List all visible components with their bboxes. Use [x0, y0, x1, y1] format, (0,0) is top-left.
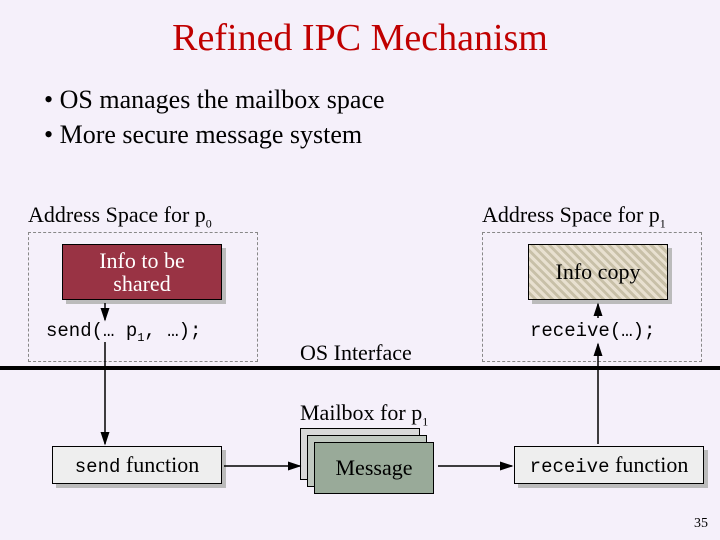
as1-label: Address Space for p1	[482, 202, 666, 231]
receive-function-box: receive function	[514, 446, 704, 484]
info-to-be-shared-box: Info to be shared	[62, 244, 222, 300]
message-box: Message	[314, 442, 434, 494]
message-stack: Message	[300, 428, 440, 498]
slide-title: Refined IPC Mechanism	[0, 0, 720, 60]
info-copy-box: Info copy	[528, 244, 668, 300]
slide-number: 35	[694, 516, 708, 532]
bullet-2: More secure message system	[44, 117, 720, 152]
bullet-1: OS manages the mailbox space	[44, 82, 720, 117]
mailbox-label: Mailbox for p1	[300, 400, 428, 429]
bullet-list: OS manages the mailbox space More secure…	[44, 82, 720, 152]
send-call-label: send(… p1, …);	[46, 320, 201, 345]
os-interface-line	[0, 366, 720, 370]
receive-call-label: receive(…);	[530, 320, 655, 342]
os-interface-label: OS Interface	[300, 340, 412, 366]
as0-label: Address Space for p0	[28, 202, 212, 231]
send-function-box: send function	[52, 446, 222, 484]
